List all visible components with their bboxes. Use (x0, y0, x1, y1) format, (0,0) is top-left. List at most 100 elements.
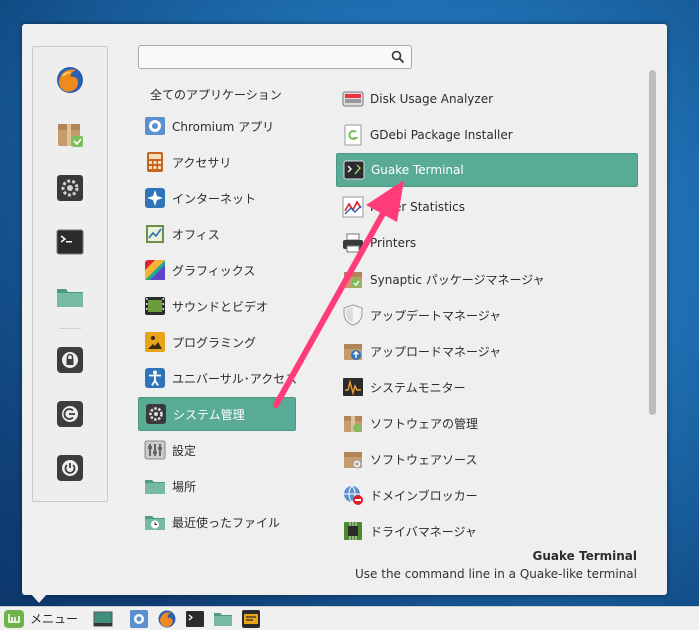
app-label: Guake Terminal (371, 163, 464, 177)
system-admin-icon (146, 404, 166, 424)
office-icon (146, 225, 164, 243)
category-office[interactable]: オフィス (138, 217, 296, 251)
app-item-system-monitor[interactable]: システムモニター (336, 370, 638, 404)
category-label: グラフィックス (172, 263, 256, 278)
logout-icon[interactable] (53, 397, 87, 431)
app-label: Printers (370, 236, 417, 250)
category-label: プログラミング (172, 335, 257, 350)
category-label: 設定 (172, 443, 197, 458)
firefox-icon[interactable] (53, 63, 87, 97)
search-icon[interactable] (391, 50, 405, 64)
category-label: 全てのアプリケーション (150, 87, 282, 102)
search-box[interactable] (138, 45, 412, 69)
category-sound-video[interactable]: サウンドとビデオ (138, 289, 296, 323)
app-list-scrollbar[interactable] (649, 70, 656, 415)
category-label: インターネット (172, 191, 257, 206)
category-label: 最近使ったファイル (172, 515, 281, 530)
app-label: Disk Usage Analyzer (370, 92, 494, 106)
system-settings-icon[interactable] (53, 171, 87, 205)
power-statistics-icon (342, 196, 364, 218)
app-label: アップロードマネージャ (370, 344, 502, 359)
app-item-disk-usage-analyzer[interactable]: Disk Usage Analyzer (336, 82, 638, 116)
terminal-icon[interactable] (53, 225, 87, 259)
category-label: 場所 (172, 479, 197, 494)
app-item-guake-terminal[interactable]: Guake Terminal (336, 153, 638, 187)
internet-icon (145, 188, 165, 208)
app-label: ソフトウェアソース (370, 452, 478, 467)
favorites-bar (32, 46, 108, 502)
category-label: サウンドとビデオ (172, 299, 269, 314)
text-editor-icon[interactable] (240, 608, 262, 630)
gdebi-icon (344, 124, 362, 146)
terminal-icon (343, 160, 365, 180)
firefox-icon[interactable] (156, 608, 178, 630)
app-item-power-statistics[interactable]: Power Statistics (336, 190, 638, 224)
app-label: GDebi Package Installer (370, 128, 513, 142)
recent-files-icon (145, 516, 165, 530)
category-settings[interactable]: 設定 (138, 433, 296, 467)
app-item-upload-manager[interactable]: アップロードマネージャ (336, 334, 638, 368)
driver-manager-icon (344, 522, 362, 540)
shutdown-icon[interactable] (53, 451, 87, 485)
folder-icon[interactable] (53, 279, 87, 313)
disk-usage-icon (342, 91, 364, 107)
sound-video-icon (145, 297, 165, 315)
printer-icon (343, 233, 363, 253)
app-item-gdebi[interactable]: GDebi Package Installer (336, 118, 638, 152)
system-monitor-icon (343, 378, 363, 396)
synaptic-icon (344, 272, 362, 288)
programming-icon (145, 332, 165, 352)
category-universal-access[interactable]: ユニバーサル･アクセス (138, 361, 298, 395)
app-description-text: Use the command line in a Quake-like ter… (355, 567, 637, 581)
category-recent-files[interactable]: 最近使ったファイル (138, 505, 296, 539)
app-label: Synaptic パッケージマネージャ (370, 272, 545, 287)
category-accessories[interactable]: アクセサリ (138, 145, 296, 179)
favorites-separator (59, 328, 81, 329)
app-item-update-manager[interactable]: アップデートマネージャ (336, 298, 638, 332)
accessories-icon (147, 152, 163, 172)
app-description-title: Guake Terminal (532, 549, 637, 563)
universal-access-icon (145, 368, 165, 388)
category-label: オフィス (172, 227, 220, 242)
domain-blocker-icon (344, 485, 363, 505)
menu-button[interactable]: メニュー (0, 607, 86, 630)
category-label: Chromium アプリ (172, 119, 275, 134)
app-item-printers[interactable]: Printers (336, 226, 638, 260)
category-programming[interactable]: プログラミング (138, 325, 296, 359)
application-menu: 全てのアプリケーション Chromium アプリ アクセサリ インターネット オ… (22, 24, 667, 595)
terminal-icon[interactable] (184, 608, 206, 630)
app-item-driver-manager[interactable]: ドライバマネージャ (336, 514, 638, 548)
mint-logo-icon (4, 609, 24, 628)
category-label: ユニバーサル･アクセス (172, 371, 298, 386)
category-graphics[interactable]: グラフィックス (138, 253, 296, 287)
software-manager-icon (344, 416, 362, 432)
lock-screen-icon[interactable] (53, 343, 87, 377)
category-internet[interactable]: インターネット (138, 181, 296, 215)
app-label: Power Statistics (370, 200, 465, 214)
app-label: アップデートマネージャ (370, 308, 502, 323)
menu-pointer (31, 594, 47, 603)
app-item-software-manager[interactable]: ソフトウェアの管理 (336, 406, 638, 440)
category-system-admin[interactable]: システム管理 (138, 397, 296, 431)
search-input[interactable] (139, 46, 379, 68)
settings-icon (144, 440, 166, 460)
folder-icon[interactable] (212, 608, 234, 630)
app-item-software-sources[interactable]: ソフトウェアソース (336, 442, 638, 476)
places-folder-icon (145, 480, 165, 494)
app-item-domain-blocker[interactable]: ドメインブロッカー (336, 478, 638, 512)
app-label: ドメインブロッカー (370, 488, 478, 503)
software-sources-icon (344, 452, 362, 469)
menu-label: メニュー (30, 612, 79, 626)
graphics-icon (145, 260, 165, 280)
category-chromium-apps[interactable]: Chromium アプリ (138, 109, 296, 143)
software-manager-icon[interactable] (53, 117, 87, 151)
category-places[interactable]: 場所 (138, 469, 296, 503)
category-all-applications[interactable]: 全てのアプリケーション (138, 82, 298, 106)
app-label: ドライバマネージャ (370, 524, 477, 539)
chromium-icon[interactable] (128, 608, 150, 630)
app-label: システムモニター (370, 380, 466, 395)
app-item-synaptic[interactable]: Synaptic パッケージマネージャ (336, 262, 638, 296)
app-label: ソフトウェアの管理 (370, 416, 479, 431)
show-desktop-icon[interactable] (92, 608, 114, 630)
category-label: アクセサリ (172, 155, 232, 170)
